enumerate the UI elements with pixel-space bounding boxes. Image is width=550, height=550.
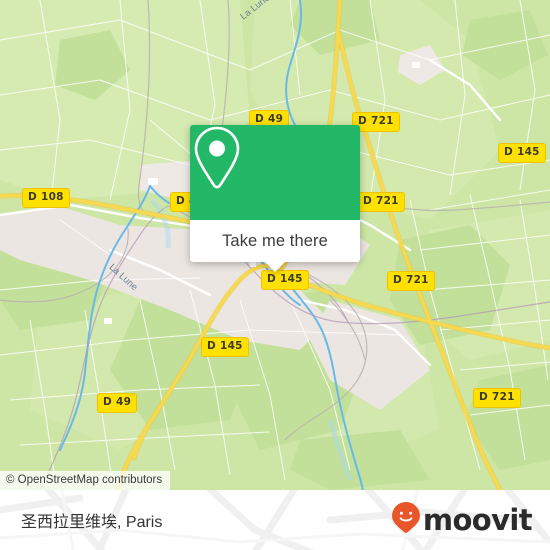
moovit-wordmark: moovit (422, 502, 533, 537)
moovit-brand-logo[interactable]: moovit (391, 501, 533, 539)
road-shield: D 145 (261, 270, 309, 290)
road-shield: D 145 (498, 143, 546, 163)
road-shield: D 108 (22, 188, 70, 208)
take-me-there-label: Take me there (222, 231, 328, 250)
moovit-map-screenshot: D 49 D 721 D 145 D 108 D 49 D 721 D 145 … (0, 0, 550, 550)
popup-pin-area (190, 125, 360, 220)
footer-separator: , (117, 514, 126, 531)
road-shield: D 721 (357, 192, 405, 212)
road-shield: D 721 (473, 388, 521, 408)
road-shield: D 721 (387, 271, 435, 291)
take-me-there-button[interactable]: Take me there (190, 220, 360, 262)
road-shield: D 145 (201, 337, 249, 357)
footer-bar: 圣西拉里维埃, Paris moovit (0, 490, 550, 550)
map-canvas[interactable]: D 49 D 721 D 145 D 108 D 49 D 721 D 145 … (0, 0, 550, 490)
moovit-smiley-pin-icon (391, 501, 421, 539)
footer-place-name: 圣西拉里维埃 (21, 512, 118, 531)
location-popup[interactable]: Take me there (190, 125, 360, 272)
osm-attribution[interactable]: © OpenStreetMap contributors (0, 471, 171, 490)
footer-city-name: Paris (125, 514, 163, 531)
popup-tail-pointer (264, 261, 286, 272)
footer-location-title: 圣西拉里维埃, Paris (21, 508, 162, 532)
road-shield: D 49 (97, 393, 138, 413)
